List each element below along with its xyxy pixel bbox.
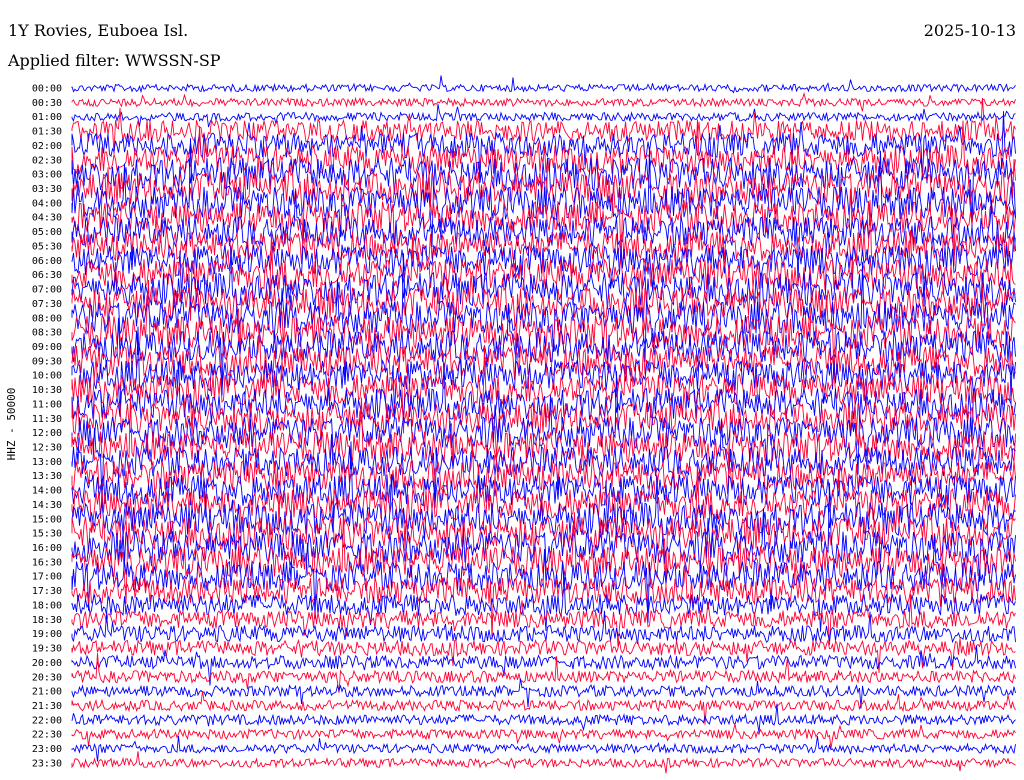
time-tick-label: 22:30 [32,730,62,741]
filter-label: Applied filter: WWSSN-SP [7,51,221,70]
time-tick-label: 05:30 [32,241,62,252]
time-tick-label: 19:30 [32,644,62,655]
time-tick-label: 09:00 [32,342,62,353]
time-tick-label: 12:30 [32,443,62,454]
time-tick-label: 18:00 [32,600,62,611]
time-tick-label: 23:00 [32,744,62,755]
time-tick-label: 02:00 [32,141,62,152]
time-tick-label: 18:30 [32,615,62,626]
time-tick-label: 04:30 [32,213,62,224]
time-tick-label: 06:00 [32,256,62,267]
time-tick-label: 17:00 [32,572,62,583]
time-tick-label: 12:00 [32,428,62,439]
time-tick-label: 04:00 [32,198,62,209]
time-tick-label: 02:30 [32,155,62,166]
time-tick-label: 10:00 [32,371,62,382]
time-tick-label: 14:30 [32,500,62,511]
time-tick-label: 08:00 [32,313,62,324]
station-title: 1Y Rovies, Euboea Isl. [8,21,188,40]
time-tick-label: 11:00 [32,399,62,410]
time-tick-label: 14:00 [32,486,62,497]
time-tick-label: 13:00 [32,457,62,468]
y-axis-label: HHZ - 50000 [5,388,18,461]
time-tick-label: 09:30 [32,356,62,367]
time-tick-label: 06:30 [32,270,62,281]
time-tick-label: 15:00 [32,514,62,525]
time-tick-label: 23:30 [32,758,62,769]
time-tick-label: 15:30 [32,529,62,540]
time-tick-label: 21:00 [32,687,62,698]
time-tick-label: 20:00 [32,658,62,669]
time-tick-label: 03:00 [32,170,62,181]
time-tick-label: 07:00 [32,285,62,296]
time-tick-label: 01:30 [32,127,62,138]
date-label: 2025-10-13 [924,21,1016,40]
time-tick-label: 11:30 [32,414,62,425]
time-tick-label: 13:30 [32,471,62,482]
time-tick-label: 20:30 [32,672,62,683]
time-tick-label: 05:00 [32,227,62,238]
time-tick-label: 16:30 [32,557,62,568]
time-tick-label: 01:00 [32,112,62,123]
time-tick-label: 19:00 [32,629,62,640]
time-tick-label: 08:30 [32,328,62,339]
time-tick-label: 10:30 [32,385,62,396]
time-tick-label: 07:30 [32,299,62,310]
time-tick-label: 16:00 [32,543,62,554]
time-tick-label: 03:30 [32,184,62,195]
helicorder-plot: 1Y Rovies, Euboea Isl. Applied filter: W… [0,0,1024,780]
time-tick-label: 17:30 [32,586,62,597]
time-tick-label: 00:00 [32,84,62,95]
time-tick-label: 21:30 [32,701,62,712]
time-tick-label: 22:00 [32,715,62,726]
time-tick-label: 00:30 [32,98,62,109]
